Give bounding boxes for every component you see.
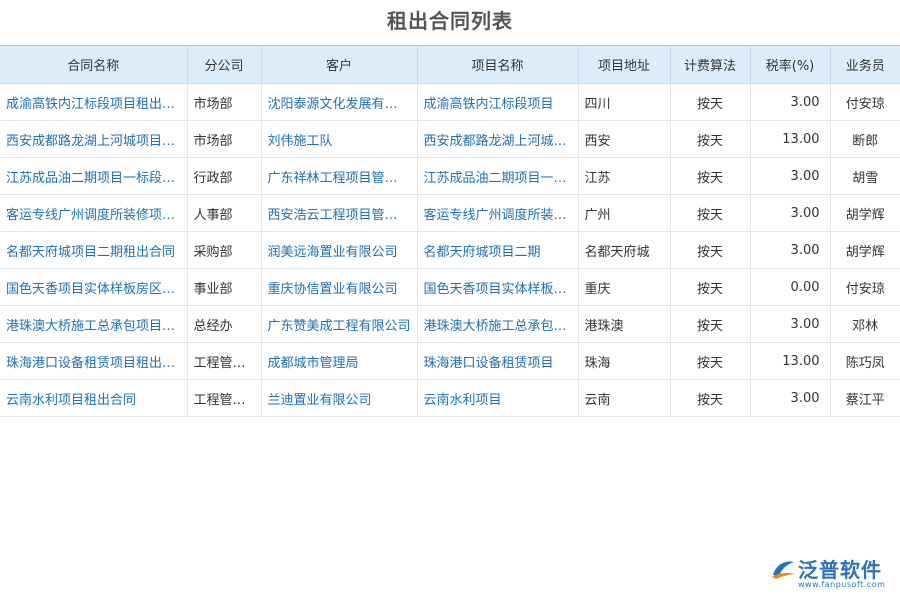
contract-name-link[interactable]: 珠海港口设备租赁项目租出合同: [0, 342, 188, 380]
branch-cell: 工程管理部: [186, 379, 262, 417]
branch-cell: 总经办: [186, 305, 262, 343]
table-row[interactable]: 成渝高铁内江标段项目租出合同 市场部 沈阳泰源文化发展有限公司 成渝高铁内江标段…: [0, 83, 900, 121]
customer-link[interactable]: 西安浩云工程项目管理有限公司: [260, 194, 418, 232]
salesperson-cell: 付安琼: [829, 83, 900, 121]
project-address-cell: 江苏: [577, 157, 671, 195]
table-row[interactable]: 客运专线广州调度所装修项目租出合同 人事部 西安浩云工程项目管理有限公司 客运专…: [0, 194, 900, 232]
billing-method-cell: 按天: [669, 379, 751, 417]
table-row[interactable]: 珠海港口设备租赁项目租出合同 工程管理部 成都城市管理局 珠海港口设备租赁项目 …: [0, 342, 900, 380]
branch-cell: 市场部: [186, 120, 262, 158]
tax-rate-cell: 13.00: [749, 342, 831, 380]
billing-method-cell: 按天: [669, 305, 751, 343]
table-row[interactable]: 西安成都路龙湖上河城项目租出合同 市场部 刘伟施工队 西安成都路龙湖上河城项目 …: [0, 120, 900, 158]
tax-rate-cell: 3.00: [749, 157, 831, 195]
column-header-project-name[interactable]: 项目名称: [416, 45, 579, 84]
billing-method-cell: 按天: [669, 231, 751, 269]
salesperson-cell: 断郎: [829, 120, 900, 158]
contract-name-link[interactable]: 江苏成品油二期项目一标段租出合同: [0, 157, 188, 195]
salesperson-cell: 胡学辉: [829, 231, 900, 269]
contract-name-link[interactable]: 成渝高铁内江标段项目租出合同: [0, 83, 188, 121]
branch-cell: 采购部: [186, 231, 262, 269]
column-header-project-address[interactable]: 项目地址: [577, 45, 671, 84]
salesperson-cell: 邓林: [829, 305, 900, 343]
project-address-cell: 珠海: [577, 342, 671, 380]
contract-name-link[interactable]: 名都天府城项目二期租出合同: [0, 231, 188, 269]
billing-method-cell: 按天: [669, 194, 751, 232]
project-address-cell: 西安: [577, 120, 671, 158]
project-address-cell: 重庆: [577, 268, 671, 306]
billing-method-cell: 按天: [669, 157, 751, 195]
project-name-link[interactable]: 西安成都路龙湖上河城项目: [416, 120, 579, 158]
contract-name-link[interactable]: 客运专线广州调度所装修项目租出合同: [0, 194, 188, 232]
table-header-row: 合同名称 分公司 客户 项目名称 项目地址 计费算法 税率(%) 业务员: [0, 45, 900, 84]
salesperson-cell: 蔡江平: [829, 379, 900, 417]
project-name-link[interactable]: 名都天府城项目二期: [416, 231, 579, 269]
billing-method-cell: 按天: [669, 120, 751, 158]
page-title: 租出合同列表: [387, 9, 513, 33]
customer-link[interactable]: 广东祥林工程项目管理有限公司: [260, 157, 418, 195]
billing-method-cell: 按天: [669, 83, 751, 121]
salesperson-cell: 付安琼: [829, 268, 900, 306]
contract-name-link[interactable]: 云南水利项目租出合同: [0, 379, 188, 417]
customer-link[interactable]: 重庆协信置业有限公司: [260, 268, 418, 306]
billing-method-cell: 按天: [669, 342, 751, 380]
salesperson-cell: 陈巧凤: [829, 342, 900, 380]
project-address-cell: 名都天府城: [577, 231, 671, 269]
table-row[interactable]: 名都天府城项目二期租出合同 采购部 润美远海置业有限公司 名都天府城项目二期 名…: [0, 231, 900, 269]
project-name-link[interactable]: 国色天香项目实体样板房区: [416, 268, 579, 306]
column-header-branch[interactable]: 分公司: [186, 45, 262, 84]
column-header-billing-method[interactable]: 计费算法: [669, 45, 751, 84]
project-name-link[interactable]: 珠海港口设备租赁项目: [416, 342, 579, 380]
tax-rate-cell: 3.00: [749, 379, 831, 417]
column-header-salesperson[interactable]: 业务员: [829, 45, 900, 84]
tax-rate-cell: 3.00: [749, 305, 831, 343]
customer-link[interactable]: 成都城市管理局: [260, 342, 418, 380]
salesperson-cell: 胡雪: [829, 157, 900, 195]
table-row[interactable]: 江苏成品油二期项目一标段租出合同 行政部 广东祥林工程项目管理有限公司 江苏成品…: [0, 157, 900, 195]
customer-link[interactable]: 沈阳泰源文化发展有限公司: [260, 83, 418, 121]
project-name-link[interactable]: 云南水利项目: [416, 379, 579, 417]
salesperson-cell: 胡学辉: [829, 194, 900, 232]
customer-link[interactable]: 广东赞美成工程有限公司: [260, 305, 418, 343]
column-header-customer[interactable]: 客户: [260, 45, 418, 84]
customer-link[interactable]: 刘伟施工队: [260, 120, 418, 158]
customer-link[interactable]: 润美远海置业有限公司: [260, 231, 418, 269]
project-name-link[interactable]: 成渝高铁内江标段项目: [416, 83, 579, 121]
column-header-contract-name[interactable]: 合同名称: [0, 45, 188, 84]
branch-cell: 工程管理部: [186, 342, 262, 380]
project-address-cell: 四川: [577, 83, 671, 121]
contract-name-link[interactable]: 国色天香项目实体样板房区租出合同: [0, 268, 188, 306]
project-name-link[interactable]: 客运专线广州调度所装修项目: [416, 194, 579, 232]
project-address-cell: 云南: [577, 379, 671, 417]
tax-rate-cell: 3.00: [749, 231, 831, 269]
project-name-link[interactable]: 江苏成品油二期项目一标段: [416, 157, 579, 195]
tax-rate-cell: 0.00: [749, 268, 831, 306]
fanpu-logo-icon: [772, 561, 795, 579]
branch-cell: 事业部: [186, 268, 262, 306]
project-name-link[interactable]: 港珠澳大桥施工总承包项目: [416, 305, 579, 343]
tax-rate-cell: 3.00: [749, 83, 831, 121]
branch-cell: 人事部: [186, 194, 262, 232]
customer-link[interactable]: 兰迪置业有限公司: [260, 379, 418, 417]
contract-table: 合同名称 分公司 客户 项目名称 项目地址 计费算法 税率(%) 业务员 成渝高…: [0, 45, 900, 417]
billing-method-cell: 按天: [669, 268, 751, 306]
tax-rate-cell: 13.00: [749, 120, 831, 158]
table-row[interactable]: 国色天香项目实体样板房区租出合同 事业部 重庆协信置业有限公司 国色天香项目实体…: [0, 268, 900, 306]
branch-cell: 行政部: [186, 157, 262, 195]
tax-rate-cell: 3.00: [749, 194, 831, 232]
branch-cell: 市场部: [186, 83, 262, 121]
project-address-cell: 港珠澳: [577, 305, 671, 343]
table-row[interactable]: 港珠澳大桥施工总承包项目租出合同 总经办 广东赞美成工程有限公司 港珠澳大桥施工…: [0, 305, 900, 343]
contract-name-link[interactable]: 港珠澳大桥施工总承包项目租出合同: [0, 305, 188, 343]
brand-watermark: 泛普软件 www.fanpusoft.com: [770, 556, 890, 592]
contract-name-link[interactable]: 西安成都路龙湖上河城项目租出合同: [0, 120, 188, 158]
brand-url: www.fanpusoft.com: [798, 580, 886, 589]
project-address-cell: 广州: [577, 194, 671, 232]
table-row[interactable]: 云南水利项目租出合同 工程管理部 兰迪置业有限公司 云南水利项目 云南 按天 3…: [0, 379, 900, 417]
brand-name: 泛普软件: [798, 558, 882, 582]
column-header-tax-rate[interactable]: 税率(%): [749, 45, 831, 84]
